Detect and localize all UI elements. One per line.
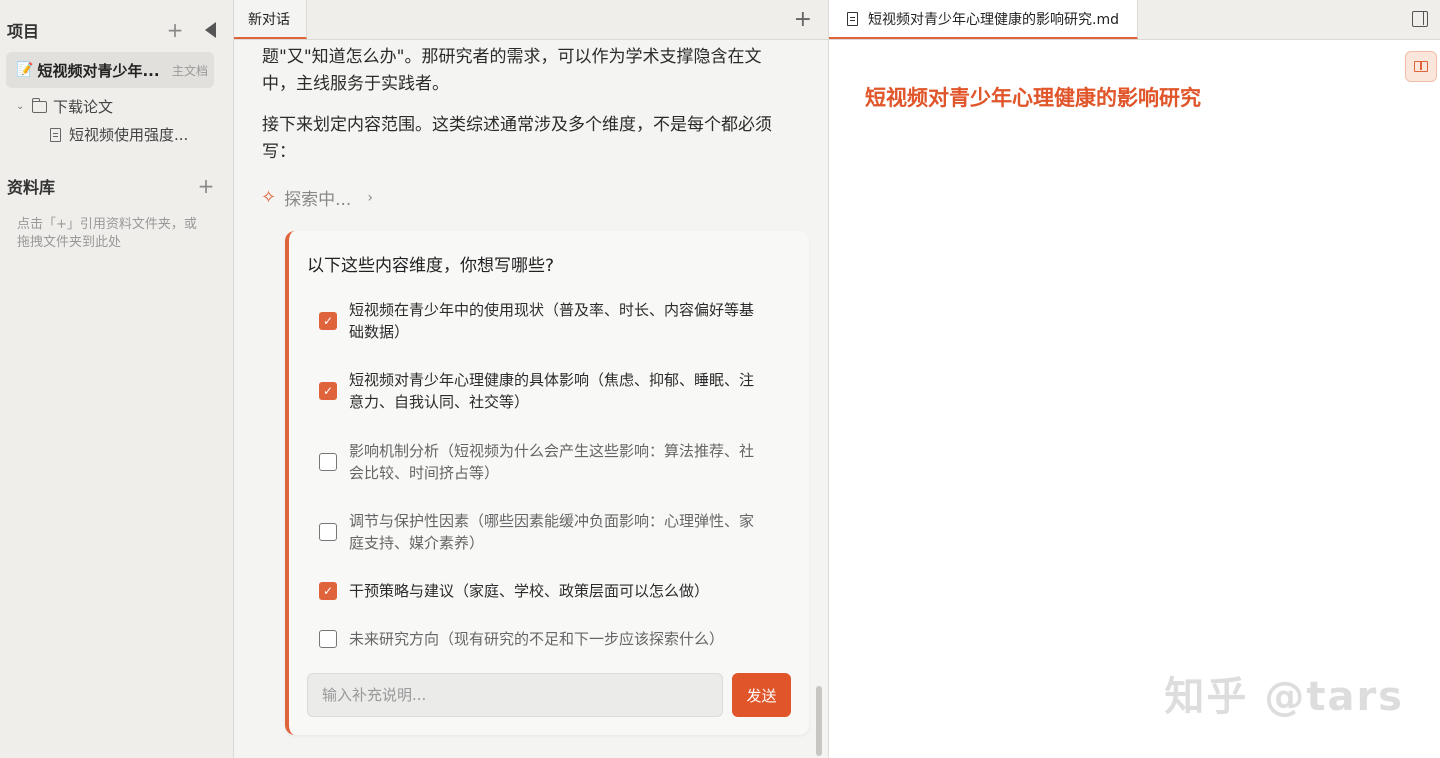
tab-document[interactable]: 短视频对青少年心理健康的影响研究.md: [829, 0, 1138, 39]
dimension-select-card: 以下这些内容维度，你想写哪些? ✓ 短视频在青少年中的使用现状（普及率、时长、内…: [285, 231, 809, 735]
library-header: 资料库 +: [0, 171, 234, 201]
supplement-input[interactable]: [307, 673, 723, 717]
chevron-right-icon: ›: [367, 189, 373, 206]
checkbox-unchecked[interactable]: [319, 523, 337, 541]
book-icon: [1414, 61, 1428, 72]
option-label: 影响机制分析（短视频为什么会产生这些影响：算法推荐、社会比较、时间挤占等）: [349, 442, 755, 482]
file-item[interactable]: 短视频使用强度...: [50, 124, 188, 145]
document-title: 短视频对青少年心理健康的影响研究: [865, 86, 1201, 110]
markdown-file-icon: [847, 11, 858, 26]
checkbox-unchecked[interactable]: [319, 453, 337, 471]
exploring-label: 探索中...: [284, 190, 352, 210]
doc-tabbar: 短视频对青少年心理健康的影响研究.md: [829, 0, 1440, 40]
main-doc-tag: 主文档: [171, 63, 208, 78]
file-name: 短视频使用强度...: [69, 126, 189, 144]
new-chat-plus-icon[interactable]: +: [794, 8, 812, 32]
option-label: 未来研究方向（现有研究的不足和下一步应该探索什么）: [349, 630, 725, 648]
option-protective-factors[interactable]: 调节与保护性因素（哪些因素能缓冲负面影响：心理弹性、家庭支持、媒介素养）: [319, 510, 759, 554]
option-label: 干预策略与建议（家庭、学校、政策层面可以怎么做）: [349, 582, 710, 600]
folder-icon: [31, 97, 47, 113]
option-label: 短视频在青少年中的使用现状（普及率、时长、内容偏好等基础数据）: [349, 301, 755, 341]
option-label: 短视频对青少年心理健康的具体影响（焦虑、抑郁、睡眠、注意力、自我认同、社交等）: [349, 371, 755, 411]
folder-name: 下载论文: [53, 98, 114, 116]
chevron-down-icon[interactable]: ⌄: [16, 101, 28, 112]
memo-icon: 📝: [16, 62, 34, 78]
option-specific-impact[interactable]: ✓ 短视频对青少年心理健康的具体影响（焦虑、抑郁、睡眠、注意力、自我认同、社交等…: [319, 369, 759, 413]
exploring-toggle[interactable]: ✧ 探索中... ›: [261, 185, 373, 210]
card-question: 以下这些内容维度，你想写哪些?: [307, 256, 555, 276]
app-window: 项目 + 📝 短视频对青少年... 主文档 ⌄ 下载论文 短视频使用强度... …: [0, 0, 1440, 758]
reading-mode-button[interactable]: [1405, 51, 1437, 82]
option-future-research[interactable]: 未来研究方向（现有研究的不足和下一步应该探索什么）: [319, 628, 759, 650]
add-library-plus-icon[interactable]: +: [196, 176, 216, 196]
projects-title: 项目: [7, 22, 40, 41]
option-usage-status[interactable]: ✓ 短视频在青少年中的使用现状（普及率、时长、内容偏好等基础数据）: [319, 299, 759, 343]
watermark: 知乎 @tars: [1164, 674, 1404, 720]
assistant-paragraph-1: 题"又"知道怎么办"。那研究者的需求，可以作为学术支撑隐含在文中，主线服务于实践…: [262, 47, 762, 94]
folder-download-papers[interactable]: ⌄ 下载论文: [16, 96, 113, 117]
checkbox-unchecked[interactable]: [319, 630, 337, 648]
doc-tab-label: 短视频对青少年心理健康的影响研究.md: [868, 11, 1119, 28]
option-intervention[interactable]: ✓ 干预策略与建议（家庭、学校、政策层面可以怎么做）: [319, 580, 759, 602]
send-button[interactable]: 发送: [732, 673, 791, 717]
checkbox-checked[interactable]: ✓: [319, 312, 337, 330]
document-panel: 短视频对青少年心理健康的影响研究.md 短视频对青少年心理健康的影响研究 知乎 …: [829, 0, 1440, 758]
split-view-icon[interactable]: [1412, 11, 1428, 27]
assistant-paragraph-2: 接下来划定内容范围。这类综述通常涉及多个维度，不是每个都必须写：: [262, 115, 772, 162]
library-hint: 点击「+」引用资料文件夹，或拖拽文件夹到此处: [17, 217, 197, 250]
project-name: 短视频对青少年...: [37, 61, 160, 80]
checkbox-checked[interactable]: ✓: [319, 382, 337, 400]
chat-tabbar: 新对话 +: [234, 0, 828, 40]
file-icon: [50, 127, 61, 142]
projects-header: 项目 +: [0, 15, 234, 45]
option-label: 调节与保护性因素（哪些因素能缓冲负面影响：心理弹性、家庭支持、媒介素养）: [349, 512, 755, 552]
library-title: 资料库: [7, 178, 56, 197]
chat-panel: 新对话 + 题"又"知道怎么办"。那研究者的需求，可以作为学术支撑隐含在文中，主…: [234, 0, 829, 758]
collapse-sidebar-icon[interactable]: [205, 22, 216, 38]
tab-label: 新对话: [248, 11, 290, 28]
tab-new-chat[interactable]: 新对话: [234, 0, 307, 39]
option-mechanism[interactable]: 影响机制分析（短视频为什么会产生这些影响：算法推荐、社会比较、时间挤占等）: [319, 440, 759, 484]
add-project-plus-icon[interactable]: +: [165, 20, 185, 40]
sidebar: 项目 + 📝 短视频对青少年... 主文档 ⌄ 下载论文 短视频使用强度... …: [0, 0, 234, 758]
checkbox-checked[interactable]: ✓: [319, 582, 337, 600]
project-item-main[interactable]: 📝 短视频对青少年... 主文档: [6, 52, 214, 88]
sparkle-icon: ✧: [261, 187, 277, 208]
chat-scrollbar[interactable]: [816, 686, 822, 756]
